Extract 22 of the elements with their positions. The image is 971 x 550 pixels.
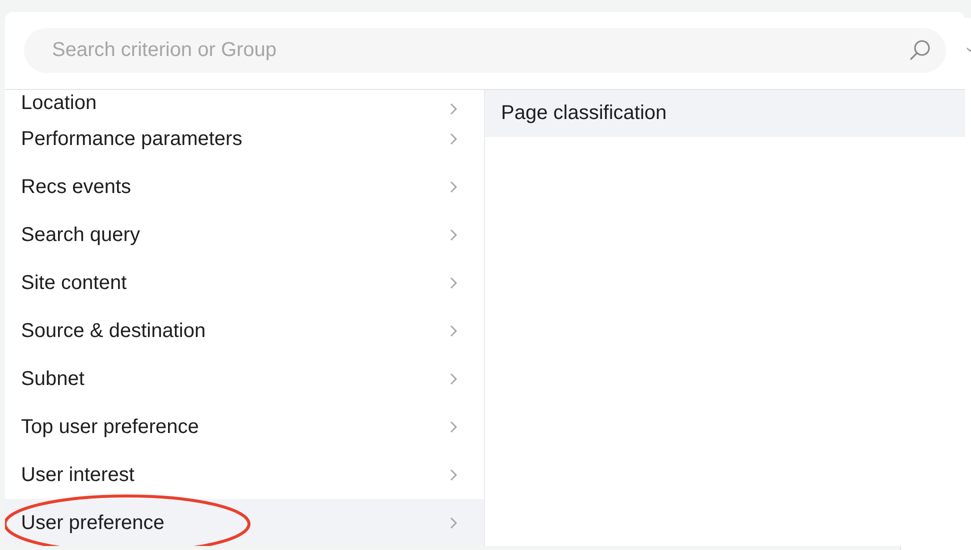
chevron-right-icon bbox=[449, 373, 457, 385]
chevron-right-icon bbox=[449, 277, 457, 289]
category-item[interactable]: User interest bbox=[5, 451, 484, 499]
chevron-right-icon bbox=[449, 325, 457, 337]
criterion-item[interactable]: Page classification bbox=[485, 90, 965, 137]
chevron-right-icon bbox=[449, 133, 457, 145]
category-item[interactable]: Recs events bbox=[5, 163, 484, 211]
chevron-right-icon bbox=[449, 517, 457, 529]
category-item[interactable]: Subnet bbox=[5, 355, 484, 403]
category-item[interactable]: Source & destination bbox=[5, 307, 484, 355]
chevron-right-icon bbox=[449, 103, 457, 115]
search-icon[interactable] bbox=[908, 38, 932, 62]
search-field[interactable]: Search criterion or Group bbox=[24, 28, 946, 73]
category-item[interactable]: Top user preference bbox=[5, 403, 484, 451]
chevron-right-icon bbox=[449, 229, 457, 241]
category-item[interactable]: Site content bbox=[5, 259, 484, 307]
chevron-right-icon bbox=[449, 469, 457, 481]
category-item[interactable]: Location bbox=[5, 90, 484, 115]
category-item[interactable]: Performance parameters bbox=[5, 115, 484, 163]
category-item[interactable]: Search query bbox=[5, 211, 484, 259]
chevron-right-icon bbox=[449, 421, 457, 433]
chevron-right-icon bbox=[449, 181, 457, 193]
